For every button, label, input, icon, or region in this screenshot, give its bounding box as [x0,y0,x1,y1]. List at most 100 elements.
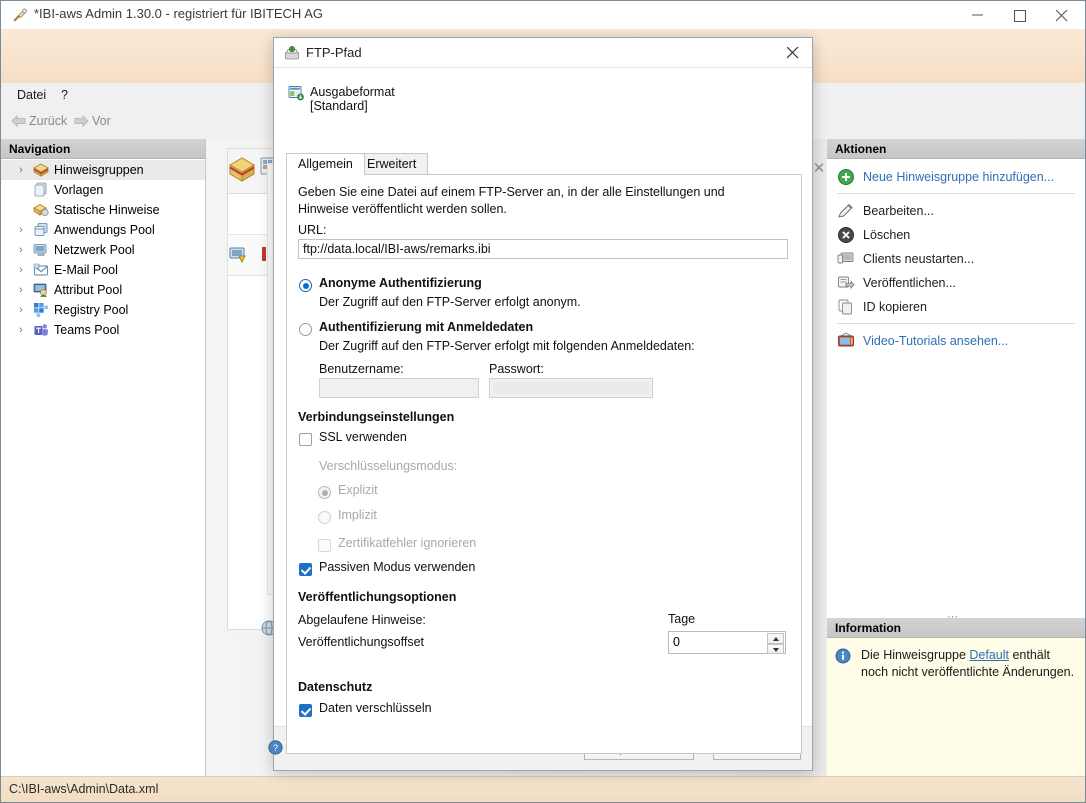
mail-icon [33,262,49,278]
info-icon [835,648,851,664]
dialog-close-button[interactable] [776,38,810,68]
panel-close-icon[interactable]: ✕ [811,161,827,177]
sidebar-item-netzwerk-pool[interactable]: › Netzwerk Pool [1,240,205,260]
action-label: Bearbeiten... [863,204,934,218]
checkbox-passive-mode[interactable] [299,563,312,576]
tab-erweitert[interactable]: Erweitert [355,153,429,175]
menu-item-datei[interactable]: Datei [17,88,46,102]
radio-implicit-label: Implizit [338,508,377,522]
action-label: Neue Hinweisgruppe hinzufügen... [863,170,1055,184]
sidebar-item-label: Teams Pool [54,323,120,337]
dialog-title-bar: FTP-Pfad [274,38,812,68]
dialog-intro-text: Geben Sie eine Datei auf einem FTP-Serve… [298,185,725,216]
delete-icon [837,226,855,244]
sidebar-item-hinweisgruppen[interactable]: › Hinweisgruppen [1,160,205,180]
output-format-icon [288,85,304,101]
templates-icon [33,182,49,198]
checkbox-ignore-cert-errors[interactable] [318,539,331,552]
days-label: Tage [668,612,696,626]
menu-item-help[interactable]: ? [61,88,68,102]
sidebar-item-label: Attribut Pool [54,283,123,297]
navigation-pane-title: Navigation [9,142,71,156]
network-icon [33,242,49,258]
status-bar: C:\IBI-aws\Admin\Data.xml [1,776,1085,802]
information-body: Die Hinweisgruppe Default enthält noch n… [827,639,1085,681]
checkbox-use-ssl[interactable] [299,433,312,446]
action-id-kopieren[interactable]: ID kopieren [827,295,1085,319]
action-label: Clients neustarten... [863,252,975,266]
sidebar-item-attribut-pool[interactable]: › Attribut Pool [1,280,205,300]
chevron-right-icon[interactable]: › [15,320,27,340]
back-button-label: Zurück [29,114,68,128]
sidebar-item-label: Netzwerk Pool [54,243,135,257]
radio-credentials-auth[interactable] [299,323,312,336]
sidebar-item-email-pool[interactable]: › E-Mail Pool [1,260,205,280]
sidebar-item-label: Hinweisgruppen [54,163,144,177]
privacy-heading: Datenschutz [298,680,373,694]
sidebar-item-label: Anwendungs Pool [54,223,155,237]
sidebar-item-teams-pool[interactable]: › Teams Pool [1,320,205,340]
action-label: Löschen [863,228,911,242]
passive-mode-label: Passiven Modus verwenden [319,560,476,574]
ftp-folder-icon [284,45,300,61]
encrypt-data-label: Daten verschlüsseln [319,701,432,715]
chevron-right-icon[interactable]: › [15,300,27,320]
spinner-down-button[interactable] [767,643,784,654]
tab-allgemein[interactable]: Allgemein [286,153,365,175]
days-spinner[interactable]: 0 [668,631,786,654]
chevron-right-icon[interactable]: › [15,260,27,280]
help-icon: ? [268,740,283,755]
sidebar-item-vorlagen[interactable]: Vorlagen [1,180,205,200]
sidebar-item-anwendungs-pool[interactable]: › Anwendungs Pool [1,220,205,240]
action-clients-neustarten[interactable]: Clients neustarten... [827,247,1085,271]
registry-icon [33,302,49,318]
radio-anonymous-auth-label: Anonyme Authentifizierung [319,276,482,290]
forward-button[interactable]: Vor [74,114,111,130]
username-input[interactable] [319,378,479,398]
package-icon [227,154,257,184]
window-title: *IBI-aws Admin 1.30.0 - registriert für … [34,6,323,21]
action-label: Video-Tutorials ansehen... [863,334,1009,348]
action-bearbeiten[interactable]: Bearbeiten... [827,199,1085,223]
action-veroeffentlichen[interactable]: Veröffentlichen... [827,271,1085,295]
checkbox-encrypt-data[interactable] [299,704,312,717]
maximize-button[interactable] [1001,1,1043,29]
action-loeschen[interactable]: Löschen [827,223,1085,247]
publishing-offset-label: Veröffentlichungsoffset [298,635,425,649]
action-video-tutorials[interactable]: Video-Tutorials ansehen... [827,329,1085,353]
information-text: Die Hinweisgruppe Default enthält noch n… [861,647,1075,681]
expired-remarks-label: Abgelaufene Hinweise: [298,613,426,627]
minimize-button[interactable] [959,1,1001,29]
sidebar-item-statische-hinweise[interactable]: Statische Hinweise [1,200,205,220]
spinner-buttons[interactable] [767,633,784,654]
publish-icon [837,274,855,292]
spinner-up-button[interactable] [767,633,784,644]
password-label: Passwort: [489,362,544,376]
back-button[interactable]: Zurück [11,114,67,130]
teams-icon [33,322,49,338]
static-note-icon [33,202,49,218]
url-input[interactable] [298,239,788,259]
tv-icon [837,332,855,350]
radio-implicit[interactable] [318,511,331,524]
chevron-right-icon[interactable]: › [15,160,27,180]
sidebar-item-registry-pool[interactable]: › Registry Pool [1,300,205,320]
chevron-right-icon[interactable]: › [15,240,27,260]
radio-explicit[interactable] [318,486,331,499]
password-input[interactable] [489,378,653,398]
information-link[interactable]: Default [969,648,1009,662]
chevron-right-icon[interactable]: › [15,220,27,240]
action-add-hinweisgruppe[interactable]: Neue Hinweisgruppe hinzufügen... [827,165,1085,189]
chevron-right-icon[interactable]: › [15,280,27,300]
publishing-options-heading: Veröffentlichungsoptionen [298,590,457,604]
title-bar: *IBI-aws Admin 1.30.0 - registriert für … [1,1,1085,29]
package-icon [33,162,49,178]
restart-clients-icon [837,250,855,268]
application-window: *IBI-aws Admin 1.30.0 - registriert für … [0,0,1086,803]
sidebar-item-label: Vorlagen [54,183,104,197]
information-pane: Information Die Hinweisgruppe Default en… [827,618,1085,776]
arrow-right-icon [74,115,89,130]
radio-anonymous-auth[interactable] [299,279,312,292]
close-button[interactable] [1043,1,1085,29]
navigation-tree: › Hinweisgruppen Vorlagen Statische Hinw… [1,160,205,340]
